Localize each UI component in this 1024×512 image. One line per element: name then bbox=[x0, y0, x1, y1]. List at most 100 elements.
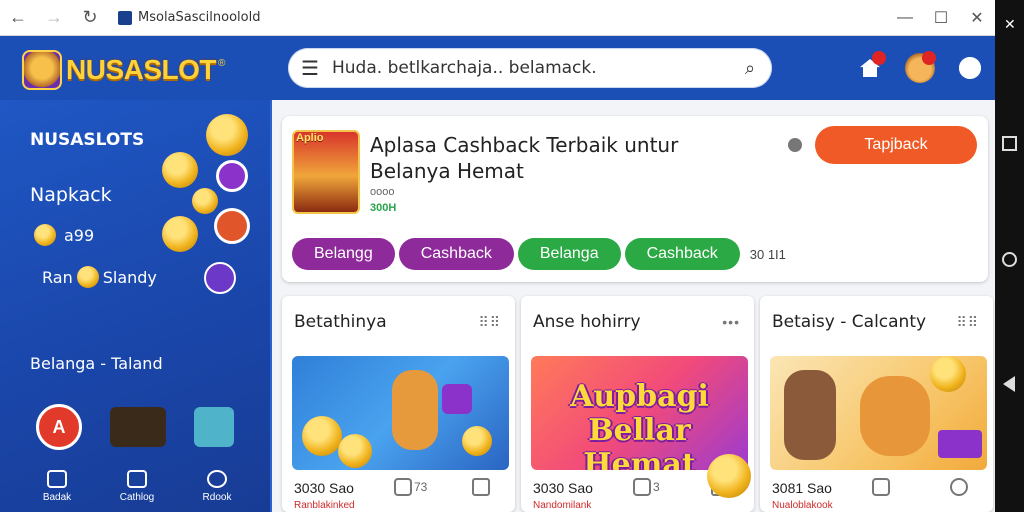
card-title: Anse hohirry bbox=[533, 312, 641, 332]
app-header: NUSASLOT ® ☰ Huda. betlkarchaja.. belama… bbox=[0, 36, 995, 100]
cashback-cta-button[interactable]: Tapjback bbox=[815, 126, 977, 164]
nav-cathlog[interactable]: Cathlog bbox=[102, 470, 172, 503]
product-card-3[interactable]: Betaisy - Calcanty ⠿⠿ 3081 Sao Nualoblak… bbox=[760, 296, 993, 512]
home-icon[interactable] bbox=[852, 50, 888, 86]
sidebar-title: NUSASLOTS bbox=[30, 130, 145, 150]
search-icon bbox=[207, 470, 227, 488]
card-image[interactable]: Aupbagi Bellar Hemat bbox=[531, 356, 748, 470]
promo-subtitle: oooo bbox=[370, 186, 395, 198]
search-input[interactable]: Huda. betlkarchaja.. belamack. bbox=[332, 58, 728, 78]
promo-card: Aplio Aplasa Cashback Terbaik untur Bela… bbox=[282, 116, 988, 282]
chip-row: Belangg Cashback Belanga Cashback 30 1I1 bbox=[292, 238, 786, 270]
app-a-icon[interactable]: A bbox=[36, 404, 82, 450]
sidebar-section-belanga[interactable]: Belanga - Taland bbox=[30, 354, 163, 373]
chip-belanga[interactable]: Belanga bbox=[517, 238, 621, 270]
coin-icon bbox=[462, 426, 492, 456]
promo-green-value: 300H bbox=[370, 202, 397, 214]
coin-value: a99 bbox=[64, 225, 95, 245]
gear-icon[interactable] bbox=[952, 50, 988, 86]
coin-icon bbox=[930, 356, 966, 392]
recents-icon[interactable] bbox=[1002, 136, 1017, 151]
sidebar-item-napkack[interactable]: Napkack bbox=[30, 184, 112, 206]
card-banner-text: Aupbagi Bellar Hemat bbox=[570, 379, 709, 471]
card-menu-icon[interactable]: ⠿⠿ bbox=[956, 314, 979, 331]
brand-logo[interactable]: NUSASLOT ® bbox=[22, 50, 225, 90]
card-cart-action[interactable]: 3 bbox=[633, 478, 660, 496]
promo-thumb-label: Aplio bbox=[296, 132, 324, 144]
profile-bubble-icon[interactable] bbox=[204, 262, 236, 294]
search-icon[interactable]: ⌕ bbox=[728, 58, 772, 79]
tab-title: MsolaSascilnoolold bbox=[138, 10, 261, 25]
card-title: Betathinya bbox=[294, 312, 387, 332]
card-title: Betaisy - Calcanty bbox=[772, 312, 927, 332]
bag-icon bbox=[394, 478, 412, 496]
sidebar-item-run[interactable]: Ran Slandy bbox=[42, 266, 157, 288]
back-triangle-icon[interactable] bbox=[1003, 376, 1015, 392]
chip-cashback-purple[interactable]: Cashback bbox=[398, 238, 514, 270]
chip-count: 30 1I1 bbox=[749, 246, 786, 262]
registered-mark: ® bbox=[218, 57, 226, 69]
coin-icon bbox=[162, 152, 198, 188]
window-controls: — ☐ ✕ bbox=[887, 0, 995, 36]
nav-rdook[interactable]: Rdook bbox=[182, 470, 252, 503]
chip-belangg[interactable]: Belangg bbox=[292, 238, 395, 270]
receipt-icon bbox=[872, 478, 890, 496]
card-price: 3081 Sao bbox=[772, 480, 832, 496]
logo-text: NUSASLOT bbox=[66, 54, 217, 85]
nav-label: Badak bbox=[42, 492, 72, 503]
coin-icon bbox=[162, 216, 198, 252]
coin-icon bbox=[302, 416, 342, 456]
header-icons bbox=[852, 50, 988, 86]
card-menu-icon[interactable]: ⠿⠿ bbox=[478, 314, 501, 331]
chip-icon bbox=[214, 208, 250, 244]
coin-icon bbox=[338, 434, 372, 468]
hamburger-menu-icon[interactable]: ☰ bbox=[288, 56, 332, 81]
card-action-count: 3 bbox=[653, 480, 660, 494]
sidebar-item-coins[interactable]: a99 bbox=[34, 224, 94, 246]
chip-cashback-green[interactable]: Cashback bbox=[624, 238, 740, 270]
bag-outline-icon[interactable] bbox=[472, 478, 490, 496]
card-menu-icon[interactable]: ••• bbox=[722, 314, 740, 330]
coin-icon bbox=[76, 266, 99, 288]
notification-badge bbox=[922, 51, 936, 65]
main-content: Aplio Aplasa Cashback Terbaik untur Bela… bbox=[272, 100, 995, 512]
card-image[interactable] bbox=[292, 356, 509, 470]
close-icon[interactable]: ✕ bbox=[959, 0, 995, 36]
notification-badge bbox=[872, 51, 886, 65]
coin-icon bbox=[34, 224, 56, 246]
dice-icon bbox=[216, 160, 248, 192]
download-icon[interactable] bbox=[950, 478, 968, 496]
card-red-label: Ranblakinked bbox=[294, 500, 355, 511]
favicon-icon bbox=[118, 10, 132, 25]
promo-title: Aplasa Cashback Terbaik untur Belanya He… bbox=[370, 133, 679, 183]
fox-mascot-icon bbox=[392, 370, 438, 450]
reload-icon[interactable]: ↻ bbox=[72, 7, 108, 28]
bear-mascot-icon bbox=[860, 376, 930, 456]
grid-icon bbox=[47, 470, 67, 488]
maximize-icon[interactable]: ☐ bbox=[923, 0, 959, 36]
card-cart-action[interactable]: 73 bbox=[394, 478, 427, 496]
sidebar-app-icons: A bbox=[36, 404, 234, 450]
coin-icon bbox=[192, 188, 218, 214]
bag-icon bbox=[633, 478, 651, 496]
coin-icon bbox=[206, 114, 248, 156]
card-cart-action[interactable] bbox=[872, 478, 892, 496]
bear-avatar-icon[interactable] bbox=[902, 50, 938, 86]
search-bar[interactable]: ☰ Huda. betlkarchaja.. belamack. ⌕ bbox=[288, 48, 772, 88]
home-circle-icon[interactable] bbox=[1002, 252, 1017, 267]
run-label-2: Slandy bbox=[102, 267, 157, 287]
catalog-icon bbox=[127, 470, 147, 488]
product-card-1[interactable]: Betathinya ⠿⠿ 3030 Sao Ranblakinked 73 bbox=[282, 296, 515, 512]
close-icon[interactable]: ✕ bbox=[1004, 16, 1019, 32]
product-card-2[interactable]: Anse hohirry ••• Aupbagi Bellar Hemat 30… bbox=[521, 296, 754, 512]
nav-label: Rdook bbox=[202, 492, 232, 503]
arrow-left-icon[interactable]: ← bbox=[0, 7, 36, 28]
card-image[interactable] bbox=[770, 356, 987, 470]
mascot-card-icon[interactable] bbox=[110, 407, 166, 447]
minimize-icon[interactable]: — bbox=[887, 0, 923, 36]
shop-cart-icon[interactable] bbox=[194, 407, 234, 447]
run-label: Ran bbox=[42, 267, 73, 287]
info-icon[interactable] bbox=[788, 138, 802, 152]
arrow-right-icon[interactable]: → bbox=[36, 7, 72, 28]
nav-badak[interactable]: Badak bbox=[22, 470, 92, 503]
